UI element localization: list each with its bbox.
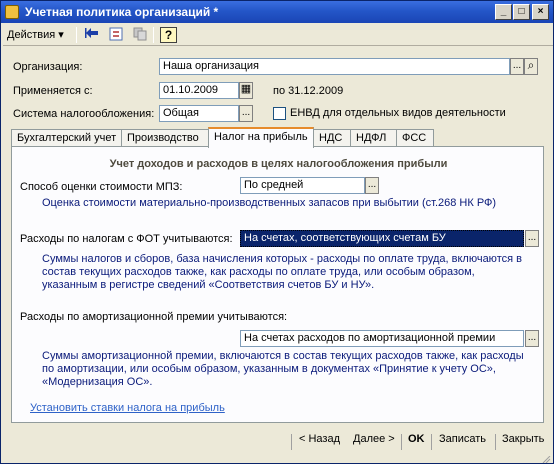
- bottom-divider: [431, 434, 432, 450]
- close-window-button[interactable]: ×: [532, 4, 549, 20]
- back-arrow-icon[interactable]: [83, 27, 100, 43]
- tab-ndfl[interactable]: НДФЛ: [350, 129, 397, 147]
- resize-grip-icon[interactable]: [541, 456, 551, 463]
- applies-to-text: по 31.12.2009: [273, 85, 344, 97]
- organization-select-button[interactable]: ...: [510, 58, 524, 75]
- tax-system-field[interactable]: Общая: [159, 105, 239, 122]
- organization-field[interactable]: Наша организация: [159, 58, 510, 75]
- actions-menu[interactable]: Действия ▾: [7, 28, 64, 41]
- envd-checkbox[interactable]: [273, 107, 286, 120]
- toolbar-divider: [76, 27, 77, 43]
- fot-accounting-field[interactable]: На счетах, соответствующих счетам БУ: [240, 230, 524, 247]
- save-button[interactable]: Записать: [439, 433, 486, 445]
- calendar-icon[interactable]: ▦: [239, 82, 253, 99]
- next-button[interactable]: Далее >: [353, 433, 395, 445]
- refresh-icon[interactable]: [107, 27, 124, 43]
- fot-note-line-3: указанным в регистре сведений «Соответст…: [42, 279, 375, 291]
- tax-system-select-button[interactable]: ...: [239, 105, 253, 122]
- amortization-label: Расходы по амортизационной премии учитыв…: [20, 311, 288, 323]
- envd-label: ЕНВД для отдельных видов деятельности: [290, 107, 506, 119]
- bottom-divider: [495, 434, 496, 450]
- tab-vat[interactable]: НДС: [313, 129, 351, 147]
- mpz-note: Оценка стоимости материально-производств…: [42, 197, 497, 209]
- resize-grip-area: [3, 456, 553, 463]
- amortization-select-button[interactable]: ...: [525, 330, 539, 347]
- close-button[interactable]: Закрыть: [502, 433, 544, 445]
- fot-note-line-1: Суммы налогов и сборов, база начисления …: [42, 253, 522, 265]
- bottom-divider: [401, 434, 402, 450]
- fot-select-button[interactable]: ...: [525, 230, 539, 247]
- set-tax-rates-link[interactable]: Установить ставки налога на прибыль: [30, 402, 225, 414]
- mpz-label: Способ оценки стоимости МПЗ:: [20, 181, 183, 193]
- bottom-bar: < Назад Далее > OK Записать Закрыть: [3, 431, 553, 453]
- ok-button[interactable]: OK: [408, 433, 425, 445]
- tab-accounting[interactable]: Бухгалтерский учет: [11, 129, 122, 147]
- search-icon[interactable]: ⌕: [524, 58, 538, 75]
- title-bar[interactable]: Учетная политика организаций * _ □ ×: [1, 1, 553, 23]
- section-title: Учет доходов и расходов в целях налогооб…: [109, 158, 448, 170]
- organization-label: Организация:: [13, 61, 83, 73]
- mpz-select-button[interactable]: ...: [365, 177, 379, 194]
- maximize-button[interactable]: □: [513, 4, 530, 20]
- mpz-method-field[interactable]: По средней: [240, 177, 365, 194]
- actions-label: Действия: [7, 29, 56, 41]
- fot-label: Расходы по налогам с ФОТ учитываются:: [20, 233, 233, 245]
- bottom-divider: [291, 434, 292, 450]
- minimize-button[interactable]: _: [495, 4, 512, 20]
- policy-window: Учетная политика организаций * _ □ × Дей…: [0, 0, 554, 464]
- help-icon[interactable]: ?: [160, 27, 177, 43]
- amortization-note-line-3: «Модернизация ОС».: [42, 376, 153, 388]
- amortization-note-line-1: Суммы амортизационной премии, включаются…: [42, 350, 524, 362]
- tab-fss[interactable]: ФСС: [396, 129, 434, 147]
- amortization-field[interactable]: На счетах расходов по амортизационной пр…: [240, 330, 524, 347]
- profit-tax-panel: Учет доходов и расходов в целях налогооб…: [11, 146, 544, 423]
- app-icon: [5, 5, 19, 19]
- tab-production[interactable]: Производство: [121, 129, 209, 147]
- toolbar: Действия ▾ ?: [3, 24, 553, 46]
- applies-from-date-field[interactable]: 01.10.2009: [159, 82, 239, 99]
- applies-from-label: Применяется с:: [13, 85, 93, 97]
- window-title: Учетная политика организаций *: [25, 5, 219, 19]
- copy-icon[interactable]: [131, 27, 148, 43]
- tab-profit-tax[interactable]: Налог на прибыль: [208, 127, 314, 148]
- back-button[interactable]: < Назад: [299, 433, 340, 445]
- amortization-note-line-2: по амортизации, или особым образом, указ…: [42, 363, 496, 375]
- toolbar-divider: [153, 27, 154, 43]
- chevron-down-icon: ▾: [58, 29, 64, 41]
- fot-note-line-2: состав текущих расходов также, как расхо…: [42, 266, 475, 278]
- tax-system-label: Система налогообложения:: [13, 108, 155, 120]
